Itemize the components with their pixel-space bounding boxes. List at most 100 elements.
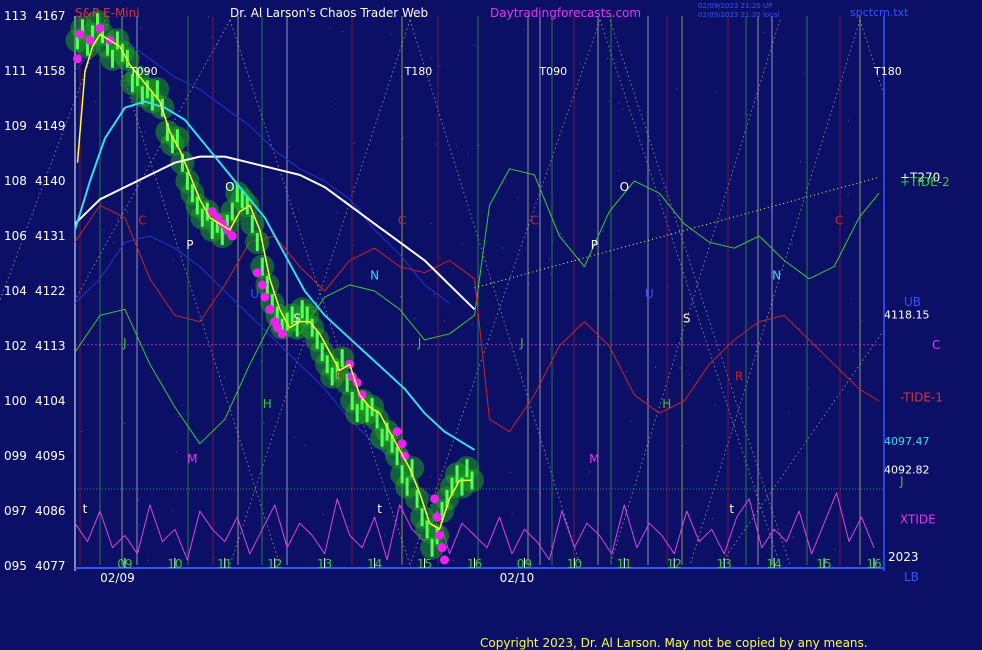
planet-letter-label: t — [377, 502, 382, 516]
star-speck — [550, 273, 552, 275]
star-speck — [353, 245, 355, 246]
y-axis-code-label: 104 — [4, 284, 27, 298]
star-speck — [746, 113, 748, 115]
symbol-title: S&P E-Mini — [75, 6, 140, 20]
star-speck — [622, 108, 624, 110]
star-speck — [336, 212, 338, 214]
magenta-marker — [95, 23, 105, 33]
right-series-label: -TIDE-1 — [900, 390, 943, 404]
star-speck — [439, 257, 441, 259]
right-series-label: UB — [904, 295, 921, 309]
star-speck — [606, 58, 608, 59]
star-speck — [94, 100, 96, 102]
star-speck — [217, 43, 219, 45]
x-axis-hour-label: 11 — [217, 557, 232, 571]
t-cycle-label: T180 — [873, 65, 902, 78]
star-speck — [769, 547, 771, 549]
y-axis-code-label: 108 — [4, 174, 27, 188]
y-axis-code-label: 100 — [4, 394, 27, 408]
star-speck — [223, 377, 225, 378]
right-series-label: J — [899, 475, 904, 489]
site-link[interactable]: Daytradingforecasts.com — [490, 6, 641, 20]
x-axis-hour-label: 10 — [567, 557, 582, 571]
star-speck — [509, 472, 511, 474]
x-axis-hour-label: 16 — [467, 557, 482, 571]
star-speck — [528, 283, 530, 285]
planet-letter-label: U — [250, 287, 259, 301]
star-speck — [667, 286, 669, 288]
star-speck — [435, 143, 437, 145]
star-speck — [172, 509, 174, 511]
planet-letter-label: C — [835, 214, 843, 228]
star-speck — [834, 548, 836, 550]
y-axis-code-label: 097 — [4, 504, 27, 518]
star-speck — [452, 559, 454, 561]
y-axis-code-label: 099 — [4, 449, 27, 463]
star-speck — [126, 211, 128, 213]
star-speck — [724, 242, 726, 244]
star-speck — [322, 514, 324, 516]
star-speck — [602, 230, 604, 232]
magenta-marker — [227, 231, 237, 241]
star-speck — [359, 208, 361, 210]
planet-letter-label: t — [729, 502, 734, 516]
right-series-label: LB — [904, 570, 919, 584]
x-axis-hour-label: 09 — [117, 557, 132, 571]
y-axis-price-label: 4077 — [35, 559, 66, 573]
star-speck — [147, 559, 149, 561]
planet-letter-label: N — [772, 269, 781, 283]
planet-letter-label: t — [83, 502, 88, 516]
star-speck — [471, 323, 473, 325]
y-axis-code-label: 095 — [4, 559, 27, 573]
x-axis-hour-label: 12 — [267, 557, 282, 571]
star-speck — [291, 213, 293, 215]
y-axis-code-label: 106 — [4, 229, 27, 243]
star-speck — [199, 440, 201, 442]
star-speck — [141, 27, 143, 29]
star-speck — [103, 229, 105, 231]
chart-canvas: 113 4167 111 4158 109 4149 108 4140 106 4131 104 41… — [0, 0, 982, 650]
star-speck — [444, 319, 446, 321]
y-axis-price-label: 4122 — [35, 284, 66, 298]
y-axis-code-label: 109 — [4, 119, 27, 133]
star-speck — [384, 535, 386, 537]
star-speck — [124, 423, 125, 425]
y-axis-price-label: 4131 — [35, 229, 66, 243]
star-speck — [609, 493, 611, 495]
star-speck — [414, 318, 416, 320]
chart-title: Dr. Al Larson's Chaos Trader Web — [230, 6, 428, 20]
planet-letter-label: H — [263, 397, 272, 411]
star-speck — [792, 536, 794, 538]
planet-letter-label: P — [591, 238, 598, 252]
star-speck — [579, 63, 581, 65]
planet-letter-label: O — [620, 180, 629, 194]
timestamp-local: 02/09/2023 21:20 local — [698, 11, 779, 19]
y-axis-price-label: 4086 — [35, 504, 66, 518]
magenta-marker — [430, 494, 440, 504]
planet-letter-label: U — [645, 287, 654, 301]
star-speck — [208, 16, 210, 18]
star-speck — [172, 259, 174, 261]
star-speck — [305, 444, 307, 446]
planet-letter-label: M — [589, 452, 599, 466]
magenta-marker — [397, 439, 407, 449]
x-axis-hour-label: 09 — [517, 557, 532, 571]
planet-letter-label: J — [122, 336, 127, 350]
star-speck — [808, 388, 810, 390]
magenta-marker — [75, 29, 85, 39]
star-speck — [679, 367, 681, 369]
star-speck — [183, 413, 185, 415]
star-speck — [800, 161, 802, 163]
star-speck — [177, 415, 179, 417]
planet-letter-label: C — [398, 214, 406, 228]
y-axis-code-label: 113 — [4, 9, 27, 23]
star-speck — [211, 36, 213, 38]
star-speck — [688, 374, 690, 376]
magenta-marker — [437, 543, 447, 553]
planet-letter-label: J — [519, 336, 524, 350]
star-speck — [851, 298, 853, 300]
star-speck — [455, 145, 457, 147]
copyright-notice: Copyright 2023, Dr. Al Larson. May not b… — [480, 636, 868, 650]
star-speck — [440, 421, 442, 423]
star-speck — [400, 296, 402, 297]
